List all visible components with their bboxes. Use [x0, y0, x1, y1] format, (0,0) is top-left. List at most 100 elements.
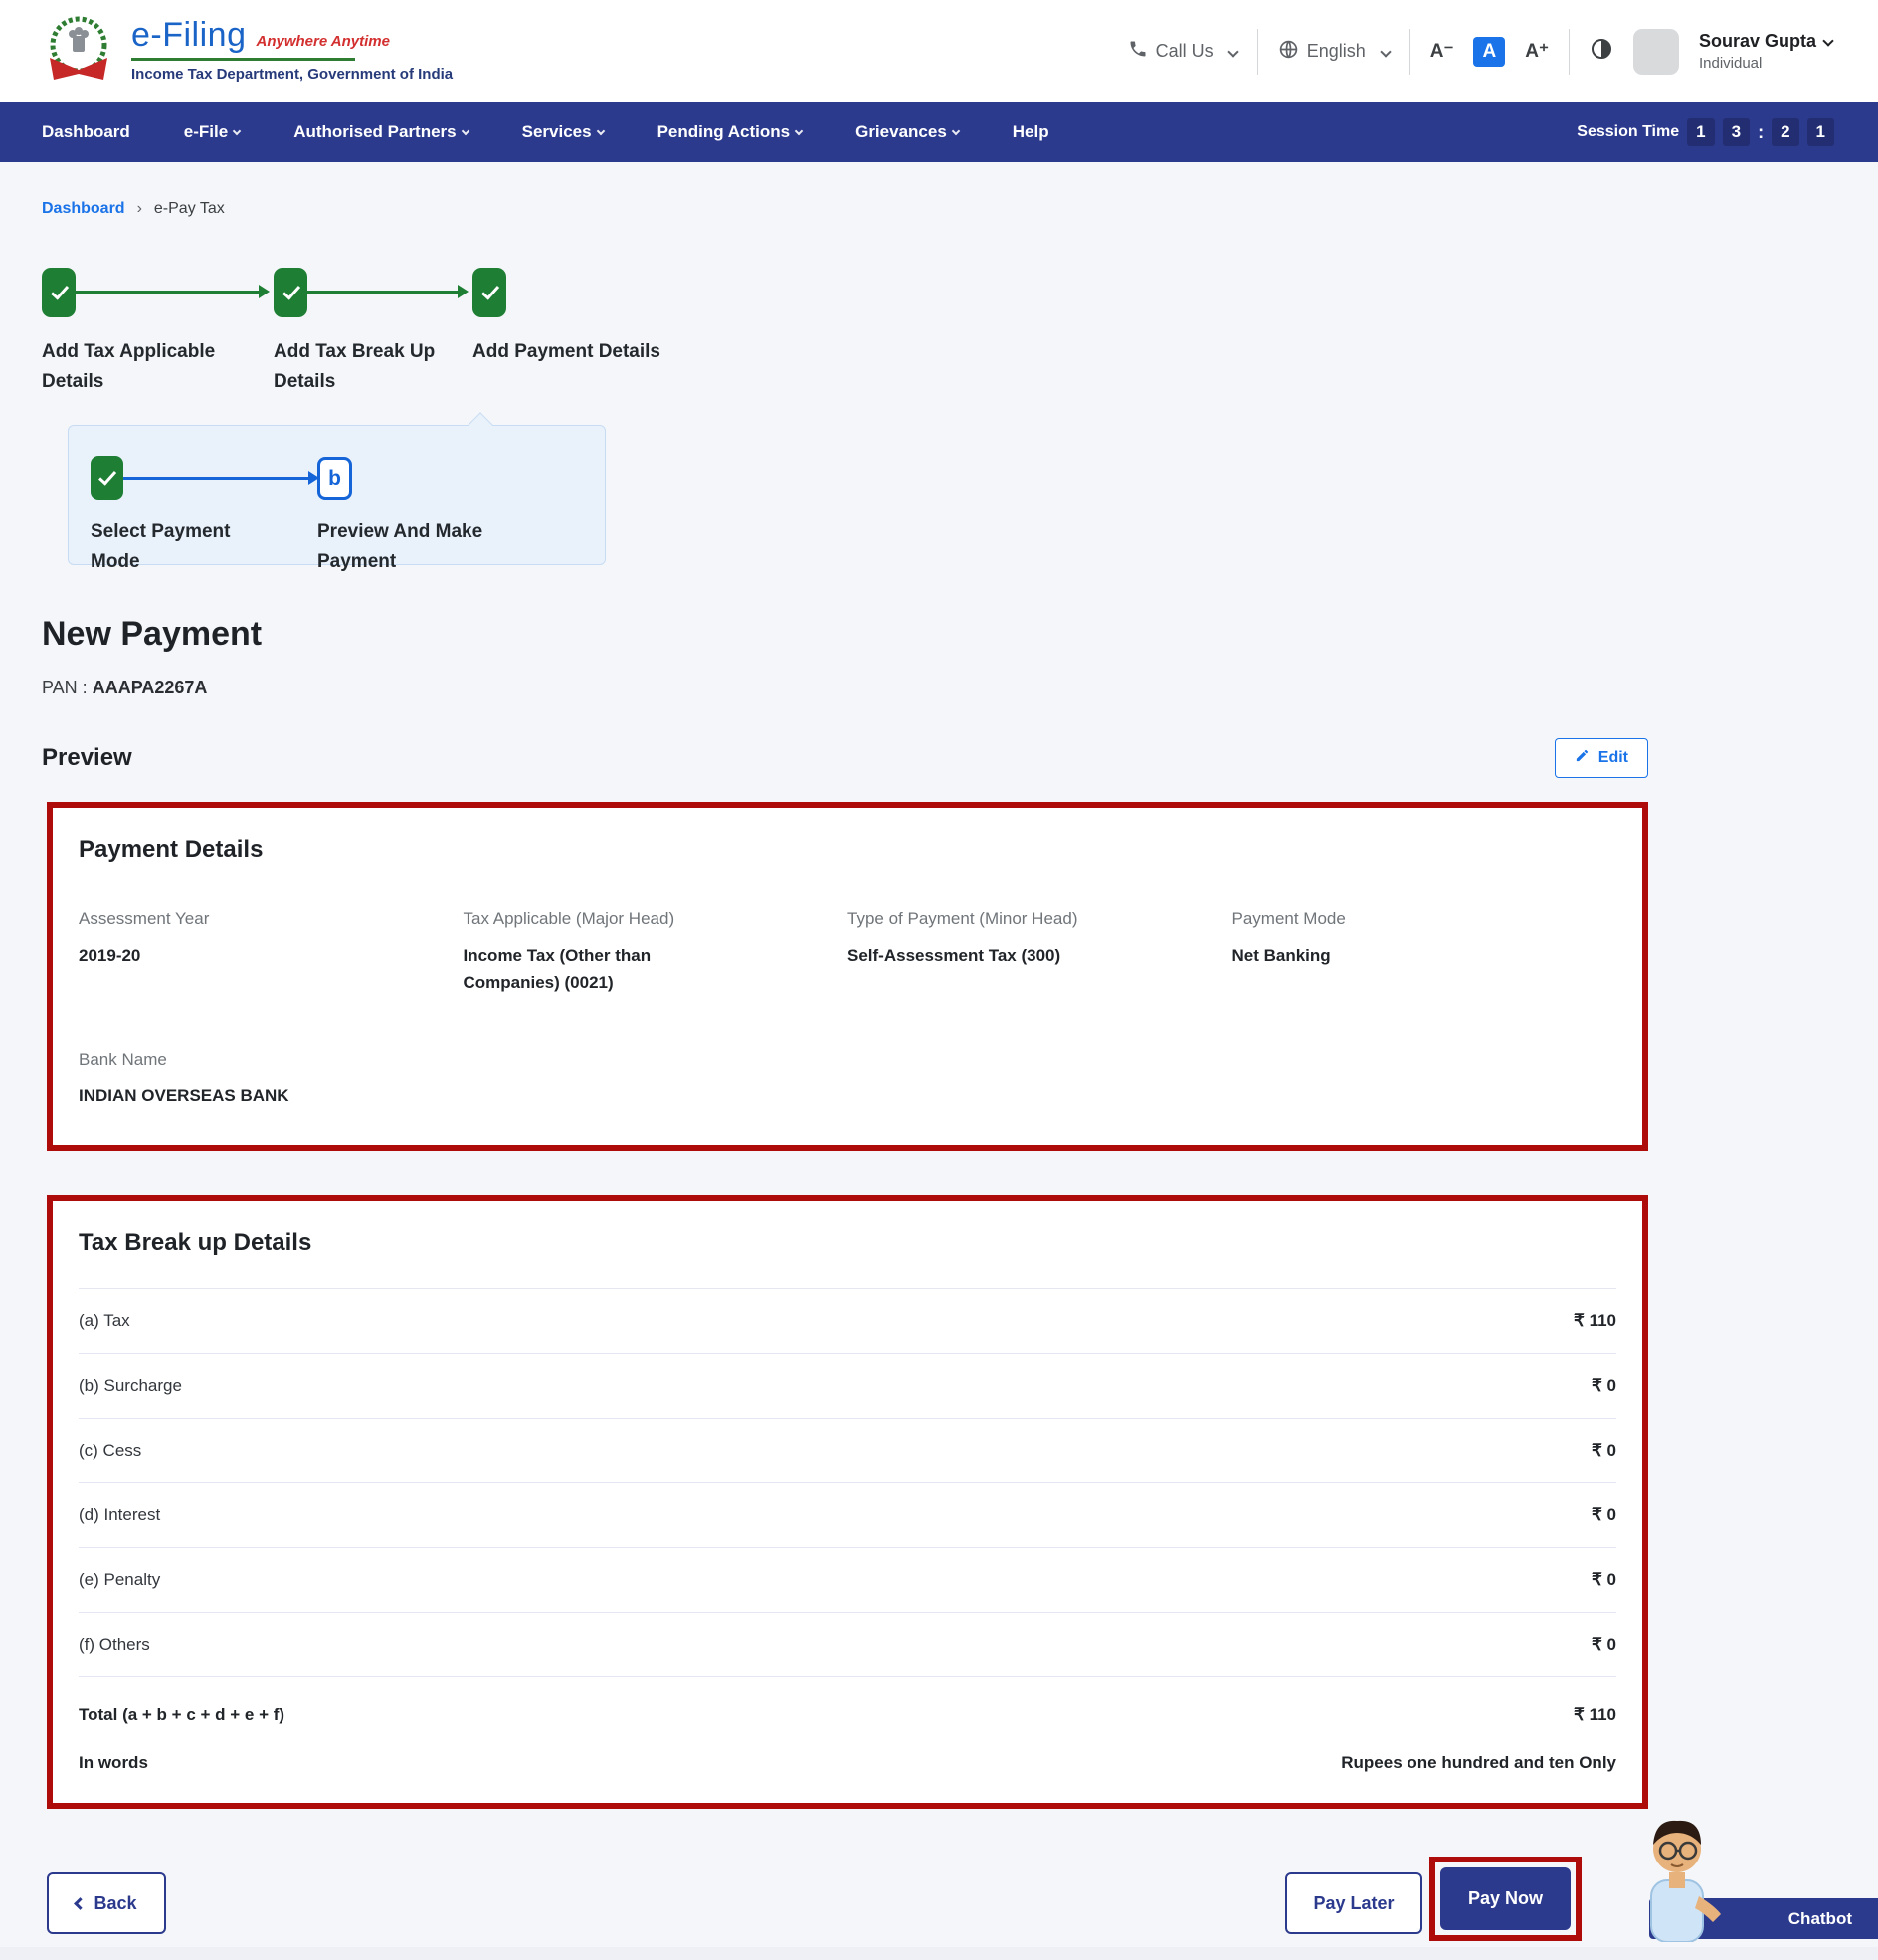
field-bank-name: Bank Name INDIAN OVERSEAS BANK: [79, 1050, 289, 1105]
globe-icon: [1278, 39, 1299, 65]
check-icon: [98, 467, 117, 486]
font-normal-button[interactable]: A: [1473, 36, 1506, 67]
session-digit: 1: [1806, 118, 1834, 146]
chevron-down-icon: [794, 126, 804, 136]
wizard-stepper: Add Tax Applicable Details Add Tax Break…: [42, 268, 1836, 415]
call-us-menu[interactable]: Call Us: [1128, 39, 1239, 64]
language-label: English: [1306, 41, 1366, 61]
department-name: Income Tax Department, Government of Ind…: [131, 66, 454, 83]
nav-pending-actions[interactable]: Pending Actions: [657, 122, 804, 142]
step-label-3: Add Payment Details: [472, 341, 660, 362]
nav-efile[interactable]: e-File: [184, 122, 242, 142]
session-digit: 1: [1687, 118, 1715, 146]
chevron-down-icon: [1822, 35, 1834, 48]
chevron-down-icon: [461, 126, 470, 136]
chevron-down-icon: [1227, 45, 1239, 58]
tax-row-a: (a) Tax ₹ 110: [79, 1289, 1616, 1354]
back-button[interactable]: Back: [47, 1872, 166, 1934]
top-header: e-Filing Anywhere Anytime Income Tax Dep…: [0, 0, 1878, 102]
nav-authorised-partners[interactable]: Authorised Partners: [293, 122, 470, 142]
footer-actions: Back Pay Later Pay Now: [47, 1857, 1648, 1960]
tax-row-e: (e) Penalty ₹ 0: [79, 1548, 1616, 1613]
chatbot-label: Chatbot: [1787, 1908, 1852, 1928]
language-menu[interactable]: English: [1278, 39, 1392, 65]
chevron-down-icon: [951, 126, 961, 136]
breadcrumb-dashboard[interactable]: Dashboard: [42, 200, 125, 218]
breadcrumb-separator: ›: [136, 200, 142, 217]
user-name: Sourav Gupta: [1698, 31, 1816, 52]
brand-underline: [131, 58, 355, 61]
user-menu[interactable]: Sourav Gupta: [1698, 29, 1834, 53]
substep-panel: b Select Payment Mode Preview And Make P…: [68, 412, 606, 572]
brand-title: e-Filing: [131, 16, 247, 54]
check-icon: [282, 281, 300, 300]
step-done-icon: [472, 268, 506, 317]
step-connector-arrow: [307, 285, 469, 298]
field-payment-mode: Payment Mode Net Banking: [1231, 909, 1346, 965]
payment-details-title: Payment Details: [79, 836, 264, 863]
amount-in-words-row: In words Rupees one hundred and ten Only: [79, 1753, 1616, 1773]
panel-notch: [468, 412, 493, 438]
pay-now-highlight: Pay Now: [1429, 1857, 1582, 1941]
divider: [1568, 28, 1570, 75]
tax-total-row: Total (a + b + c + d + e + f) ₹ 110: [79, 1677, 1616, 1725]
nav-help[interactable]: Help: [1013, 122, 1049, 142]
check-icon: [50, 281, 69, 300]
total-label: Total (a + b + c + d + e + f): [79, 1705, 285, 1724]
chevron-down-icon: [232, 126, 242, 136]
chevron-down-icon: [1380, 45, 1392, 58]
tax-breakup-title: Tax Break up Details: [79, 1229, 312, 1256]
session-digit: 2: [1772, 118, 1799, 146]
session-separator: :: [1758, 121, 1765, 142]
pay-later-button[interactable]: Pay Later: [1285, 1872, 1422, 1934]
step-done-icon: [42, 268, 76, 317]
chevron-left-icon: [74, 1897, 88, 1910]
pencil-icon: [1575, 748, 1590, 768]
main-nav: Dashboard e-File Authorised Partners Ser…: [0, 102, 1878, 162]
font-increase-button[interactable]: A⁺: [1525, 40, 1549, 63]
substep-done-icon: [91, 456, 123, 500]
pan-value: AAAPA2267A: [92, 678, 208, 697]
total-value: ₹ 110: [1574, 1705, 1616, 1724]
pay-now-button[interactable]: Pay Now: [1440, 1867, 1571, 1930]
session-timer: Session Time 1 3 : 2 1: [1577, 118, 1834, 146]
breadcrumb-current: e-Pay Tax: [153, 200, 225, 217]
step-label-1: Add Tax Applicable Details: [42, 341, 216, 392]
divider: [1408, 28, 1410, 75]
substep-connector-arrow: [123, 471, 319, 485]
font-decrease-button[interactable]: A⁻: [1430, 40, 1454, 63]
tax-row-f: (f) Others ₹ 0: [79, 1613, 1616, 1677]
field-tax-applicable: Tax Applicable (Major Head) Income Tax (…: [463, 909, 675, 992]
session-digit: 3: [1722, 118, 1751, 146]
step-connector-arrow: [76, 285, 270, 298]
payment-details-card: Payment Details Assessment Year 2019-20 …: [47, 802, 1648, 1151]
step-label-2: Add Tax Break Up Details: [274, 341, 436, 392]
brand-tagline: Anywhere Anytime: [256, 33, 390, 50]
edit-button[interactable]: Edit: [1554, 738, 1648, 778]
check-icon: [480, 281, 499, 300]
breadcrumb: Dashboard › e-Pay Tax: [42, 200, 1836, 218]
field-assessment-year: Assessment Year 2019-20: [79, 909, 210, 965]
in-words-value: Rupees one hundred and ten Only: [1341, 1753, 1616, 1772]
chevron-down-icon: [596, 126, 605, 136]
income-tax-emblem-icon: [40, 10, 117, 93]
page-title: New Payment: [42, 615, 263, 653]
chatbot-assistant-figure[interactable]: [1621, 1811, 1731, 1947]
in-words-label: In words: [79, 1753, 148, 1772]
substep-label-1: Select Payment Mode: [91, 521, 231, 572]
avatar[interactable]: [1632, 28, 1679, 75]
phone-icon: [1128, 39, 1148, 64]
step-done-icon: [274, 268, 307, 317]
contrast-toggle-icon[interactable]: [1590, 37, 1613, 66]
preview-heading: Preview: [42, 744, 132, 771]
session-label: Session Time: [1577, 123, 1680, 140]
field-type-of-payment: Type of Payment (Minor Head) Self-Assess…: [847, 909, 1078, 965]
nav-grievances[interactable]: Grievances: [855, 122, 961, 142]
substep-label-2: Preview And Make Payment: [317, 521, 483, 572]
nav-dashboard[interactable]: Dashboard: [42, 122, 130, 142]
tax-breakup-card: Tax Break up Details (a) Tax ₹ 110 (b) S…: [47, 1195, 1648, 1809]
tax-row-b: (b) Surcharge ₹ 0: [79, 1354, 1616, 1419]
tax-row-d: (d) Interest ₹ 0: [79, 1483, 1616, 1548]
nav-services[interactable]: Services: [522, 122, 605, 142]
tax-row-c: (c) Cess ₹ 0: [79, 1419, 1616, 1483]
